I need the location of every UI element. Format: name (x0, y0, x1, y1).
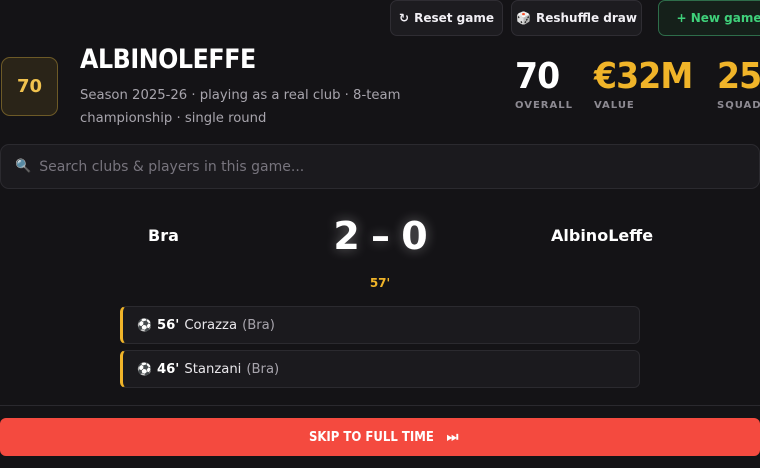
goal-scorer: Corazza (184, 317, 238, 333)
dice-icon: 🎲 (516, 11, 531, 25)
goal-team: (Bra) (242, 317, 275, 333)
match-score: 2 – 0 (333, 214, 427, 258)
home-team-name: Bra (148, 226, 179, 245)
goal-event: ⚽ 46' Stanzani (Bra) (120, 350, 640, 388)
stat-overall-value: 70 (515, 56, 560, 97)
ball-icon: ⚽ (137, 362, 152, 376)
section-divider (0, 405, 760, 406)
reset-game-button[interactable]: ↻ Reset game (390, 0, 503, 36)
stat-squad-label: SQUAD (717, 100, 760, 111)
stat-overall-label: OVERALL (515, 100, 573, 111)
top-toolbar: ↻ Reset game 🎲 Reshuffle draw + New game (390, 0, 760, 36)
reshuffle-draw-label: Reshuffle draw (535, 11, 637, 25)
stat-value: €32M VALUE (594, 56, 701, 111)
goal-event: ⚽ 56' Corazza (Bra) (120, 306, 640, 344)
goal-minute: 56' (156, 317, 180, 333)
new-game-button[interactable]: + New game (658, 0, 760, 36)
club-rating-badge: 70 (1, 57, 58, 116)
goal-team: (Bra) (246, 361, 280, 377)
skip-label: SKIP TO FULL TIME (308, 429, 434, 445)
reset-game-label: Reset game (414, 11, 494, 25)
search-icon: 🔍 (15, 159, 32, 174)
stat-squad: 25 SQUAD (717, 56, 760, 111)
stat-value-value: €32M (594, 56, 693, 97)
skip-to-full-time-button[interactable]: SKIP TO FULL TIME ⏭ (0, 418, 760, 456)
goal-minute: 46' (156, 361, 180, 377)
search-bar[interactable]: 🔍 (0, 144, 760, 189)
stat-squad-value: 25 (717, 56, 760, 97)
search-input[interactable] (37, 157, 759, 176)
stat-overall: 70 OVERALL (515, 56, 573, 111)
new-game-label: + New game (676, 11, 760, 25)
ball-icon: ⚽ (137, 318, 152, 332)
club-name: ALBINOLEFFE (80, 44, 256, 75)
away-team-name: AlbinoLeffe (551, 226, 654, 245)
goal-scorer: Stanzani (184, 361, 242, 377)
reshuffle-draw-button[interactable]: 🎲 Reshuffle draw (511, 0, 642, 36)
fast-forward-icon: ⏭ (446, 429, 459, 445)
stat-value-label: VALUE (594, 100, 635, 111)
club-subtitle: Season 2025-26 · playing as a real club … (80, 88, 401, 126)
match-minute: 57' (369, 276, 391, 290)
reset-icon: ↻ (399, 11, 410, 25)
